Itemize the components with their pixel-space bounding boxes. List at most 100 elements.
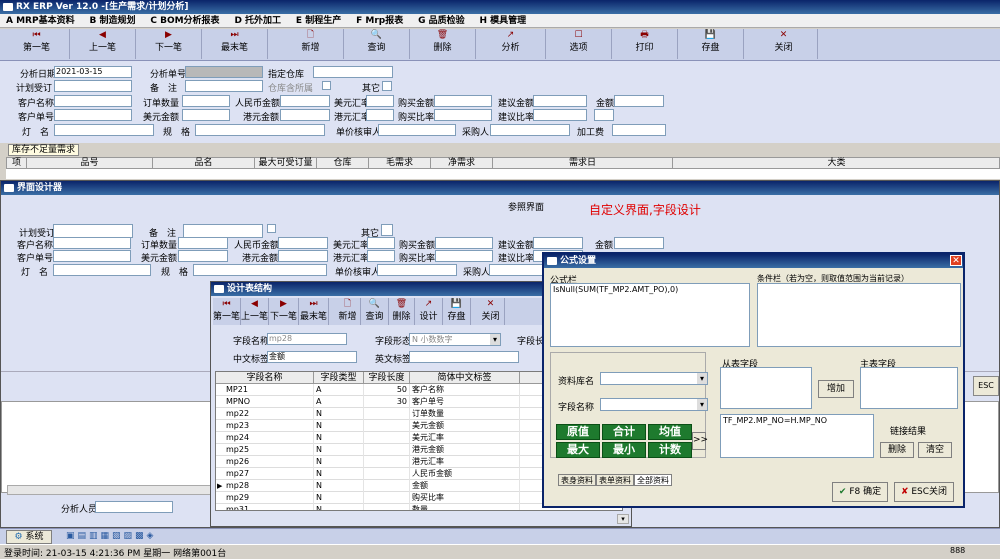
ts-first-button[interactable]: ⏮ 第一笔 (213, 298, 241, 325)
d-buyer-field[interactable] (489, 264, 547, 276)
condition-textarea[interactable] (757, 283, 961, 347)
lamp-name-field[interactable] (54, 124, 154, 136)
shortage-tab[interactable]: 库存不足量需求 (8, 144, 80, 156)
usd-rate-field[interactable] (366, 95, 394, 107)
buy-ratio-field[interactable] (434, 109, 492, 121)
warehouse-field[interactable] (313, 66, 393, 78)
other-button[interactable] (382, 81, 392, 91)
ts-last-button[interactable]: ⏭ 最末笔 (299, 298, 329, 325)
d-customer-name-field[interactable] (53, 237, 131, 249)
insert-arrow-button[interactable]: >> (692, 432, 708, 450)
d-customer-no-field[interactable] (53, 250, 131, 262)
ts-close-button[interactable]: ✕ 关闭 (477, 298, 505, 325)
func-avg-button[interactable]: 均值 (648, 424, 692, 440)
tab-all-data[interactable]: 全部资料 (634, 474, 672, 486)
ts-query-button[interactable]: 🔍 查询 (361, 298, 389, 325)
next-record-button[interactable]: ▶ 下一笔 (136, 29, 202, 59)
analyze-button[interactable]: ↗ 分析 (476, 29, 546, 59)
func-sum-button[interactable]: 合计 (602, 424, 646, 440)
last-record-button[interactable]: ⏭ 最末笔 (202, 29, 268, 59)
d-plan-order-field[interactable] (53, 224, 133, 238)
db-select[interactable] (600, 372, 708, 385)
options-button[interactable]: ☐ 选项 (546, 29, 612, 59)
plan-order-field[interactable] (54, 80, 132, 92)
analysis-date-field[interactable]: 2021-03-15 (54, 66, 132, 78)
ts-delete-button[interactable]: 🗑 删除 (389, 298, 415, 325)
dialog-close-icon[interactable]: ✕ (950, 255, 962, 266)
d-price-auditor-field[interactable] (377, 264, 457, 276)
d-lamp-name-field[interactable] (53, 264, 151, 276)
func-max-button[interactable]: 最大 (556, 442, 600, 458)
new-button[interactable]: 🗋 新增 (278, 29, 344, 59)
customer-name-field[interactable] (54, 95, 132, 107)
col-category[interactable]: 大类 (673, 158, 1000, 169)
col-cn-label[interactable]: 简体中文标签 (410, 372, 520, 384)
customer-no-field[interactable] (54, 109, 132, 121)
hk-amount-field[interactable] (280, 109, 330, 121)
spec-field[interactable] (195, 124, 325, 136)
close-button[interactable]: ✕ 关闭 (750, 29, 818, 59)
col-field-type[interactable]: 字段类型 (314, 372, 364, 384)
tab-form-data[interactable]: 表单资料 (596, 474, 634, 486)
col-need-date[interactable]: 需求日 (493, 158, 673, 169)
amount-field[interactable] (614, 95, 664, 107)
include-warehouse-checkbox[interactable] (322, 81, 331, 90)
d-amount-field[interactable] (614, 237, 664, 249)
buy-amount-field[interactable] (434, 95, 492, 107)
hk-rate-field[interactable] (366, 109, 394, 121)
col-field-name[interactable]: 字段名称 (216, 372, 314, 384)
col-net[interactable]: 净需求 (431, 158, 493, 169)
tab-body-data[interactable]: 表身资料 (558, 474, 596, 486)
suggest-ratio-field[interactable] (533, 109, 587, 121)
ts-prev-button[interactable]: ◀ 上一笔 (241, 298, 269, 325)
designer-scrollbar[interactable] (7, 485, 212, 495)
suggest-amount-field[interactable] (533, 95, 587, 107)
col-warehouse[interactable]: 仓库 (317, 158, 369, 169)
buyer-field[interactable] (490, 124, 570, 136)
field-select[interactable] (600, 398, 708, 411)
ts-save-button[interactable]: 💾 存盘 (443, 298, 471, 325)
menu-item-plan[interactable]: B 制造规划 (89, 16, 135, 26)
quick-launch-icons[interactable]: ▣▤▥▦▧▨▩◈ (66, 531, 206, 543)
main-field-list[interactable] (860, 367, 958, 409)
d-remark-field[interactable] (183, 224, 263, 238)
field-table-scroll[interactable]: ▾ (617, 514, 629, 524)
cn-label-field[interactable]: 金额 (267, 351, 357, 363)
order-qty-field[interactable] (182, 95, 230, 107)
col-item[interactable]: 项 (7, 158, 27, 169)
rmb-amount-field[interactable] (280, 95, 330, 107)
col-part-name[interactable]: 品名 (153, 158, 255, 169)
d-hk-amount-field[interactable] (278, 250, 328, 262)
analyst-field[interactable] (95, 501, 173, 513)
delete-link-button[interactable]: 删除 (880, 442, 914, 458)
d-usd-rate-field[interactable] (367, 237, 395, 249)
analysis-no-field[interactable] (185, 66, 263, 78)
save-button[interactable]: 💾 存盘 (678, 29, 744, 59)
d-buy-ratio-field[interactable] (435, 250, 493, 262)
d-other-button[interactable] (381, 224, 393, 236)
field-name-field[interactable]: mp28 (267, 333, 347, 345)
menu-item-production[interactable]: E 制程生产 (296, 16, 341, 26)
func-original-button[interactable]: 原值 (556, 424, 600, 440)
formula-textarea[interactable]: IsNull(SUM(TF_MP2.AMT_PO),0) (550, 283, 750, 347)
col-gross[interactable]: 毛需求 (369, 158, 431, 169)
esc-button-partial[interactable]: ESC (973, 376, 999, 396)
menu-item-mrp-report[interactable]: F Mrp报表 (356, 16, 403, 26)
menu-item-mold[interactable]: H 模具管理 (480, 16, 527, 26)
d-hk-rate-field[interactable] (367, 250, 395, 262)
remark-field[interactable] (185, 80, 263, 92)
price-auditor-field[interactable] (378, 124, 456, 136)
en-label-field[interactable] (409, 351, 519, 363)
processing-fee-field[interactable] (612, 124, 666, 136)
menu-item-mrp[interactable]: A MRP基本资料 (6, 16, 75, 26)
usd-amount-field[interactable] (182, 109, 230, 121)
menu-item-outsource[interactable]: D 托外加工 (234, 16, 281, 26)
suggest-ratio-extra-field[interactable] (594, 109, 614, 121)
menu-item-quality[interactable]: G 品质检验 (418, 16, 465, 26)
ts-design-button[interactable]: ↗ 设计 (415, 298, 443, 325)
from-field-list[interactable] (720, 367, 812, 409)
ok-button[interactable]: ✔ F8 确定 (832, 482, 888, 502)
system-button[interactable]: ⚙ 系统 (6, 530, 52, 544)
func-min-button[interactable]: 最小 (602, 442, 646, 458)
query-button[interactable]: 🔍 查询 (344, 29, 410, 59)
